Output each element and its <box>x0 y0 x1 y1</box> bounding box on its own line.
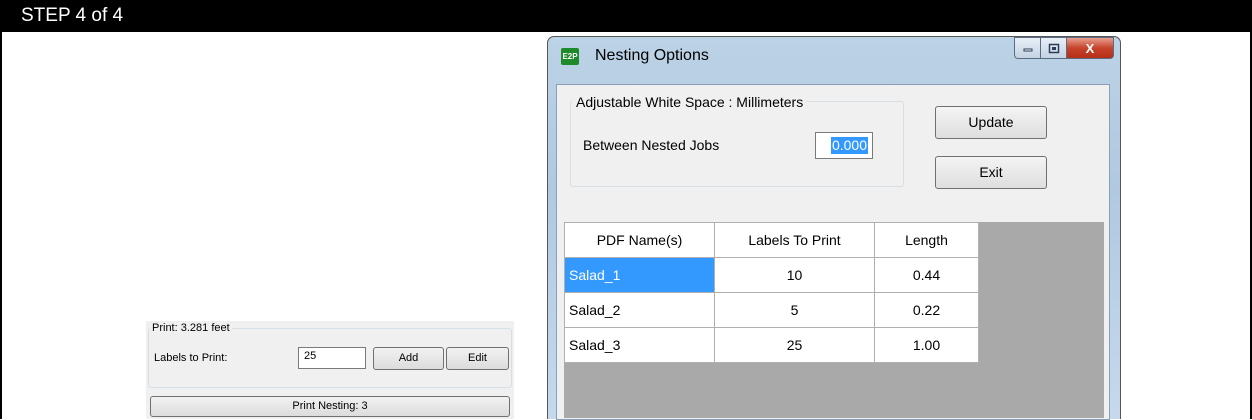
cell-pdf-name[interactable]: Salad_2 <box>564 292 715 328</box>
add-button[interactable]: Add <box>373 347 444 370</box>
print-nesting-button[interactable]: Print Nesting: 3 <box>150 396 510 417</box>
table-row[interactable]: Salad_3 25 1.00 <box>564 327 979 363</box>
app-icon: E2P <box>561 48 579 65</box>
between-nested-jobs-value: 0.000 <box>830 137 868 154</box>
step-bar: STEP 4 of 4 <box>0 0 1252 32</box>
nesting-options-window: E2P Nesting Options X Adjustable White S… <box>547 36 1121 420</box>
cell-pdf-name[interactable]: Salad_1 <box>564 257 715 293</box>
caption-buttons: X <box>1014 37 1114 59</box>
table-row[interactable]: Salad_1 10 0.44 <box>564 257 979 293</box>
minimize-icon <box>1023 48 1032 52</box>
step-indicator: STEP 4 of 4 <box>21 5 124 26</box>
print-panel: Print: 3.281 feet Labels to Print: 25 Ad… <box>146 321 514 419</box>
close-icon: X <box>1085 40 1095 56</box>
table-header-row: PDF Name(s) Labels To Print Length <box>564 222 979 258</box>
nesting-table: PDF Name(s) Labels To Print Length Salad… <box>564 222 979 363</box>
exit-button[interactable]: Exit <box>935 156 1047 189</box>
table-row[interactable]: Salad_2 5 0.22 <box>564 292 979 328</box>
edit-button[interactable]: Edit <box>446 347 509 370</box>
cell-length[interactable]: 0.44 <box>874 257 979 293</box>
maximize-icon <box>1048 43 1059 53</box>
cell-length[interactable]: 0.22 <box>874 292 979 328</box>
cell-labels-to-print[interactable]: 25 <box>714 327 875 363</box>
between-nested-jobs-input[interactable]: 0.000 <box>815 132 873 159</box>
cell-labels-to-print[interactable]: 5 <box>714 292 875 328</box>
window-title: Nesting Options <box>595 47 709 64</box>
labels-to-print-label: Labels to Print: <box>154 352 228 364</box>
window-client-area: Adjustable White Space : Millimeters Bet… <box>556 84 1110 420</box>
print-group-title: Print: 3.281 feet <box>150 321 232 335</box>
nesting-grid: PDF Name(s) Labels To Print Length Salad… <box>564 222 1104 418</box>
maximize-button[interactable] <box>1041 37 1067 59</box>
minimize-button[interactable] <box>1014 37 1041 59</box>
column-header-pdf-name[interactable]: PDF Name(s) <box>564 222 715 258</box>
column-header-labels-to-print[interactable]: Labels To Print <box>714 222 875 258</box>
cell-labels-to-print[interactable]: 10 <box>714 257 875 293</box>
between-nested-jobs-label: Between Nested Jobs <box>583 137 720 153</box>
labels-to-print-input[interactable]: 25 <box>298 347 366 369</box>
update-button[interactable]: Update <box>935 106 1047 139</box>
cell-pdf-name[interactable]: Salad_3 <box>564 327 715 363</box>
column-header-length[interactable]: Length <box>874 222 979 258</box>
cell-length[interactable]: 1.00 <box>874 327 979 363</box>
close-button[interactable]: X <box>1067 37 1114 59</box>
white-space-group-title: Adjustable White Space : Millimeters <box>573 94 807 110</box>
